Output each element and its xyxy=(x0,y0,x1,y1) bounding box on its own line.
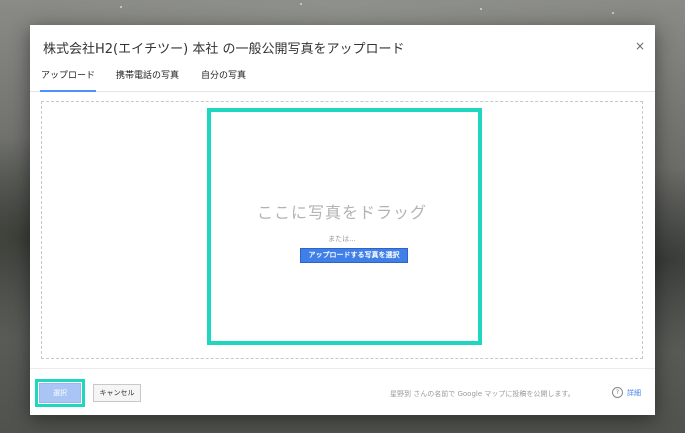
tab-my-photos[interactable]: 自分の写真 xyxy=(201,69,246,90)
tab-bar: アップロード 携帯電話の写真 自分の写真 xyxy=(30,65,655,92)
tab-phone-photos[interactable]: 携帯電話の写真 xyxy=(116,69,179,90)
close-icon[interactable]: × xyxy=(633,39,647,53)
drag-here-text: ここに写真をドラッグ xyxy=(256,203,427,222)
select-button[interactable]: 選択 xyxy=(39,383,81,403)
light-spot xyxy=(300,3,302,5)
select-photos-button[interactable]: アップロードする写真を選択 xyxy=(300,248,408,263)
dialog-footer: 選択 キャンセル 星野到 さんの名前で Google マップに投稿を公開します。… xyxy=(30,368,655,416)
photo-drop-zone[interactable]: ここに写真をドラッグ または... アップロードする写真を選択 xyxy=(41,101,643,359)
light-spot xyxy=(120,6,122,8)
help-icon[interactable]: ? xyxy=(612,387,623,398)
publish-notice: 星野到 さんの名前で Google マップに投稿を公開します。 xyxy=(390,390,575,398)
dialog-title: 株式会社H2(エイチツー) 本社 の一般公開写真をアップロード xyxy=(43,42,405,57)
or-text: または... xyxy=(328,235,356,243)
cancel-button[interactable]: キャンセル xyxy=(93,384,141,402)
upload-dialog: 株式会社H2(エイチツー) 本社 の一般公開写真をアップロード × アップロード… xyxy=(30,25,655,415)
light-spot xyxy=(612,12,614,14)
details-link[interactable]: 詳細 xyxy=(627,388,641,398)
tab-upload[interactable]: アップロード xyxy=(40,69,97,92)
light-spot xyxy=(480,8,482,10)
